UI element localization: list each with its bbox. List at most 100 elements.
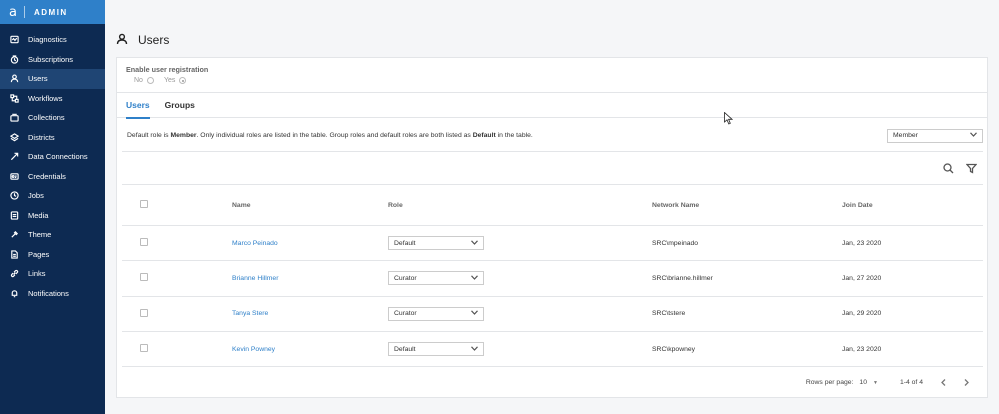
page-header: Users: [105, 24, 999, 56]
role-value: Curator: [394, 274, 417, 282]
chevron-left-icon[interactable]: [941, 379, 946, 386]
sidebar-item-links[interactable]: Links: [0, 264, 105, 284]
chevron-down-icon: [970, 132, 977, 139]
jobs-icon: [9, 191, 19, 201]
sidebar-item-label: Jobs: [28, 191, 44, 201]
sidebar-item-theme[interactable]: Theme: [0, 225, 105, 245]
row-check-cell: [122, 344, 232, 354]
chevron-down-icon: [471, 345, 478, 353]
network-name: SRC\kpowney: [652, 345, 696, 353]
rows-per-page-select[interactable]: 10 ▼: [859, 379, 878, 386]
tab-users[interactable]: Users: [126, 93, 150, 119]
row-check-cell: [122, 273, 232, 283]
sidebar-item-collections[interactable]: Collections: [0, 108, 105, 128]
default-role-value: Member: [893, 132, 918, 139]
role-value: Curator: [394, 310, 417, 318]
row-checkbox[interactable]: [140, 238, 148, 247]
brand-bar[interactable]: a ADMIN: [0, 0, 105, 24]
table-row: Brianne Hillmer Curator SRC\brianne.hill…: [122, 261, 983, 297]
brand-title: ADMIN: [33, 7, 68, 17]
info-prefix: Default role is: [127, 132, 171, 139]
rows-per-page-value: 10: [859, 379, 867, 386]
theme-icon: [9, 230, 19, 240]
chevron-right-icon[interactable]: [964, 379, 969, 386]
media-icon: [9, 210, 19, 220]
info-middle: . Only individual roles are listed in th…: [196, 132, 473, 139]
role-select[interactable]: Default: [388, 236, 484, 251]
pagination: Rows per page: 10 ▼ 1-4 of 4: [806, 379, 969, 386]
network-name: SRC\tstere: [652, 310, 686, 318]
network-name: SRC\brianne.hillmer: [652, 274, 713, 282]
sidebar-item-subscriptions[interactable]: Subscriptions: [0, 50, 105, 70]
join-date: Jan, 29 2020: [842, 310, 882, 318]
sidebar-item-media[interactable]: Media: [0, 206, 105, 226]
registration-label: Enable user registration: [126, 65, 209, 74]
sidebar-item-label: Diagnostics: [28, 35, 67, 45]
info-role: Member: [170, 132, 197, 139]
users-panel: Enable user registration No Yes Users Gr…: [116, 57, 988, 398]
mouse-cursor-icon: [724, 112, 733, 125]
default-role-info: Default role is Member. Only individual …: [127, 132, 533, 139]
user-name-link[interactable]: Kevin Powney: [232, 346, 388, 353]
sidebar-item-label: Notifications: [28, 288, 69, 298]
registration-options: No Yes: [126, 77, 987, 84]
default-role-row: Default role is Member. Only individual …: [122, 120, 983, 152]
tab-bar: Users Groups: [117, 93, 987, 119]
row-checkbox[interactable]: [140, 344, 148, 353]
info-default-word: Default: [472, 132, 496, 139]
column-header-join-date[interactable]: Join Date: [842, 202, 983, 209]
column-header-network[interactable]: Network Name: [652, 202, 842, 209]
sidebar-item-diagnostics[interactable]: Diagnostics: [0, 30, 105, 50]
sidebar: a ADMIN Diagnostics Subscriptions Users …: [0, 0, 105, 414]
sidebar-item-credentials[interactable]: Credentials: [0, 167, 105, 187]
page-range: 1-4 of 4: [899, 379, 923, 386]
sidebar-item-jobs[interactable]: Jobs: [0, 186, 105, 206]
credentials-icon: [9, 171, 19, 181]
user-name-link[interactable]: Tanya Stere: [232, 310, 388, 317]
sidebar-item-label: Media: [28, 210, 49, 220]
table-row: Marco Peinado Default SRC\mpeinado Jan, …: [122, 226, 983, 262]
registration-no-label: No: [134, 77, 143, 84]
sidebar-nav: Diagnostics Subscriptions Users Workflow…: [0, 24, 105, 303]
sidebar-item-data-connections[interactable]: Data Connections: [0, 147, 105, 167]
user-name-link[interactable]: Brianne Hillmer: [232, 275, 388, 282]
links-icon: [9, 269, 19, 279]
row-checkbox[interactable]: [140, 308, 148, 317]
tab-groups[interactable]: Groups: [165, 93, 195, 118]
filter-icon[interactable]: [966, 163, 977, 174]
search-icon[interactable]: [943, 162, 954, 174]
join-date: Jan, 23 2020: [842, 345, 882, 353]
role-value: Default: [394, 345, 416, 353]
role-select[interactable]: Default: [388, 342, 484, 357]
select-all-checkbox[interactable]: [140, 200, 148, 208]
row-check-cell: [122, 308, 232, 319]
role-select[interactable]: Curator: [388, 306, 484, 321]
default-role-select[interactable]: Member: [887, 128, 983, 143]
users-table: Name Role Network Name Join Date Marco P…: [122, 185, 983, 368]
registration-no-radio[interactable]: [146, 77, 154, 84]
registration-yes-label: Yes: [163, 77, 176, 84]
role-cell: Curator: [388, 306, 652, 321]
sidebar-item-users[interactable]: Users: [0, 69, 105, 89]
sidebar-item-districts[interactable]: Districts: [0, 128, 105, 148]
sidebar-item-pages[interactable]: Pages: [0, 245, 105, 265]
info-suffix: in the table.: [495, 132, 533, 139]
role-cell: Default: [388, 342, 652, 357]
chevron-down-icon: [471, 310, 478, 317]
sidebar-item-workflows[interactable]: Workflows: [0, 89, 105, 109]
row-checkbox[interactable]: [140, 273, 148, 282]
role-value: Default: [394, 239, 416, 247]
user-name-link[interactable]: Marco Peinado: [232, 240, 388, 247]
workflows-icon: [9, 93, 19, 103]
role-select[interactable]: Curator: [388, 271, 484, 286]
page-title: Users: [138, 33, 170, 47]
collections-icon: [9, 113, 19, 123]
sidebar-item-label: Data Connections: [28, 152, 88, 162]
chevron-down-icon: [471, 275, 478, 282]
role-cell: Default: [388, 236, 652, 251]
chevron-down-icon: [471, 240, 478, 247]
column-header-name[interactable]: Name: [232, 202, 388, 209]
column-header-role[interactable]: Role: [388, 202, 652, 209]
sidebar-item-notifications[interactable]: Notifications: [0, 284, 105, 304]
registration-yes-radio[interactable]: [179, 77, 187, 84]
